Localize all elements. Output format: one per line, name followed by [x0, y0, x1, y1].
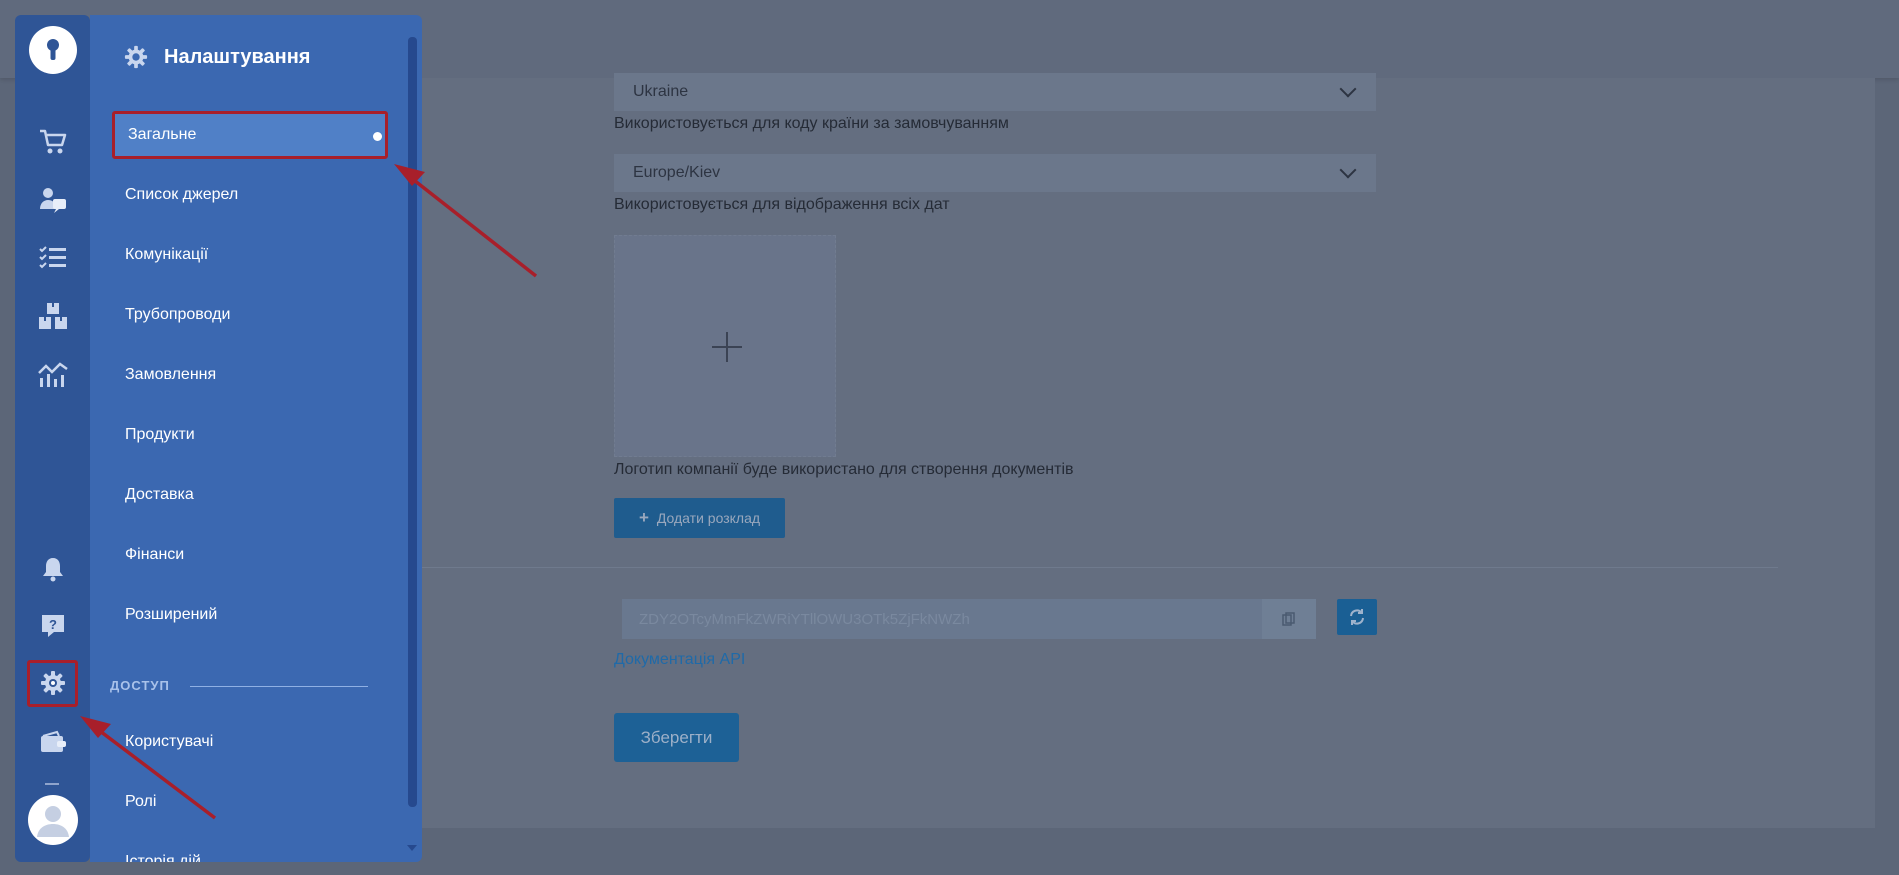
- menu-item-users[interactable]: Користувачі: [125, 720, 380, 764]
- copy-button[interactable]: [1262, 599, 1316, 639]
- settings-flyout: Налаштування Загальне Список джерел Кому…: [90, 15, 422, 862]
- rail-divider: [45, 783, 59, 785]
- timezone-select-value: Europe/Kiev: [633, 164, 721, 181]
- checklist-icon[interactable]: [15, 237, 90, 279]
- wallet-icon[interactable]: [15, 721, 90, 763]
- menu-item-delivery[interactable]: Доставка: [125, 473, 380, 517]
- menu-item-pipelines[interactable]: Трубопроводи: [125, 293, 380, 337]
- chevron-down-icon: [1339, 161, 1357, 179]
- menu-item-label: Замовлення: [125, 366, 217, 383]
- copy-icon: [1282, 612, 1295, 626]
- menu-item-label: Фінанси: [125, 546, 185, 563]
- key-logo-icon[interactable]: [29, 26, 77, 74]
- country-select-value: Ukraine: [633, 83, 689, 100]
- analytics-icon[interactable]: [15, 353, 90, 395]
- plus-icon: +: [638, 508, 649, 527]
- section-divider: [190, 686, 368, 687]
- user-chat-icon[interactable]: [15, 179, 90, 221]
- section-label-access: ДОСТУП: [110, 678, 170, 693]
- logo-help-text: Логотип компанії буде використано для ст…: [614, 461, 1074, 478]
- timezone-select[interactable]: Europe/Kiev: [614, 154, 1376, 192]
- menu-item-label: Розширений: [125, 606, 218, 623]
- menu-item-advanced[interactable]: Розширений: [125, 593, 380, 637]
- refresh-icon: [1350, 609, 1364, 625]
- menu-item-label: Продукти: [125, 426, 195, 443]
- menu-item-products[interactable]: Продукти: [125, 413, 380, 457]
- svg-text:?: ?: [49, 617, 57, 632]
- flyout-title: Налаштування: [164, 45, 311, 68]
- regenerate-key-button[interactable]: [1337, 599, 1377, 635]
- menu-item-label: Загальне: [128, 126, 197, 143]
- bell-icon[interactable]: [15, 548, 90, 590]
- menu-item-finance[interactable]: Фінанси: [125, 533, 380, 577]
- active-indicator-dot: [373, 132, 382, 141]
- menu-item-roles[interactable]: Ролі: [125, 780, 380, 824]
- add-schedule-label: Додати розклад: [656, 510, 761, 526]
- add-schedule-button[interactable]: + Додати розклад: [614, 498, 785, 538]
- api-key-input[interactable]: ZDY2OTcyMmFkZWRiYTllOWU3OTk5ZjFkNWZh: [622, 599, 1262, 639]
- menu-item-orders[interactable]: Замовлення: [125, 353, 380, 397]
- flyout-header: Налаштування: [124, 41, 310, 73]
- menu-item-general[interactable]: Загальне: [112, 111, 388, 159]
- menu-item-label: Ролі: [125, 793, 157, 810]
- avatar-icon[interactable]: [28, 795, 78, 845]
- menu-item-communications[interactable]: Комунікації: [125, 233, 380, 277]
- api-docs-link[interactable]: Документація API: [614, 651, 745, 669]
- timezone-help-text: Використовується для відображення всіх д…: [614, 196, 950, 213]
- gear-icon: [124, 45, 148, 69]
- flyout-scrollbar[interactable]: [408, 37, 417, 807]
- chevron-down-icon: [1339, 80, 1357, 98]
- boxes-icon[interactable]: [15, 295, 90, 337]
- menu-item-sources[interactable]: Список джерел: [125, 173, 380, 217]
- cart-icon[interactable]: [15, 121, 90, 163]
- country-select[interactable]: Ukraine: [614, 73, 1376, 111]
- menu-item-label: Список джерел: [125, 186, 239, 203]
- scroll-down-arrow-icon[interactable]: [407, 845, 417, 851]
- save-button[interactable]: Зберегти: [614, 713, 739, 762]
- menu-item-label: Трубопроводи: [125, 306, 231, 323]
- menu-item-label: Комунікації: [125, 246, 209, 263]
- help-icon[interactable]: ?: [15, 605, 90, 647]
- annotation-highlight-settings: [27, 660, 78, 707]
- menu-item-activity-history[interactable]: Історія дій: [125, 840, 380, 862]
- section-divider: [420, 567, 1778, 568]
- menu-item-label: Користувачі: [125, 733, 214, 750]
- logo-upload-area[interactable]: [614, 235, 836, 457]
- country-help-text: Використовується для коду країни за замо…: [614, 115, 1009, 132]
- icon-rail: ?: [15, 15, 90, 862]
- menu-item-label: Доставка: [125, 486, 194, 503]
- menu-item-label: Історія дій: [125, 853, 201, 862]
